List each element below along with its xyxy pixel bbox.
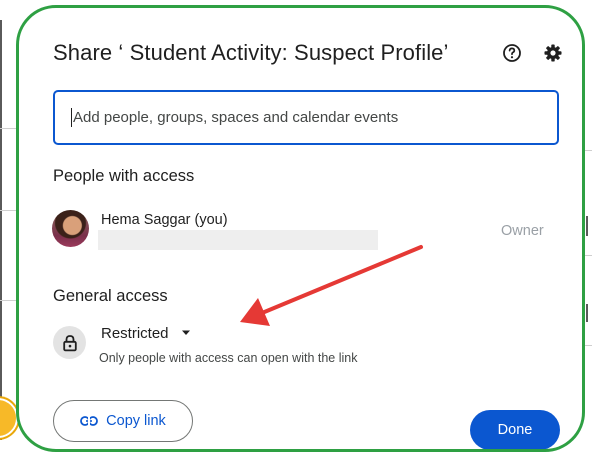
link-icon [80,416,99,426]
background-edge [0,20,2,440]
done-button[interactable]: Done [470,410,560,449]
text-cursor [71,108,72,127]
general-access-dropdown[interactable]: Restricted [101,322,191,344]
background-rule [0,300,16,301]
background-rule [0,128,16,129]
copy-link-label: Copy link [106,413,166,429]
background-edge [586,304,588,322]
role-label: Owner [501,223,544,239]
gear-icon[interactable] [538,38,568,68]
background-rule [585,255,592,256]
dialog-title: Share ‘ Student Activity: Suspect Profil… [53,40,449,65]
general-access-description: Only people with access can open with th… [99,351,358,365]
people-with-access-heading: People with access [53,167,195,185]
general-access-value: Restricted [101,324,169,342]
background-rule [585,150,592,151]
background-edge [586,216,588,236]
background-rule [585,345,592,346]
copy-link-button[interactable]: Copy link [53,400,193,442]
lock-icon [53,326,86,359]
redacted-email [98,230,378,250]
add-people-placeholder: Add people, groups, spaces and calendar … [73,109,399,126]
add-people-input[interactable]: Add people, groups, spaces and calendar … [53,90,559,145]
help-icon[interactable] [497,38,527,68]
share-dialog: Share ‘ Student Activity: Suspect Profil… [16,5,585,452]
avatar [52,210,89,247]
background-rule [0,210,16,211]
general-access-heading: General access [53,287,168,305]
person-name: Hema Saggar (you) [101,212,228,228]
caret-down-icon [181,330,190,335]
